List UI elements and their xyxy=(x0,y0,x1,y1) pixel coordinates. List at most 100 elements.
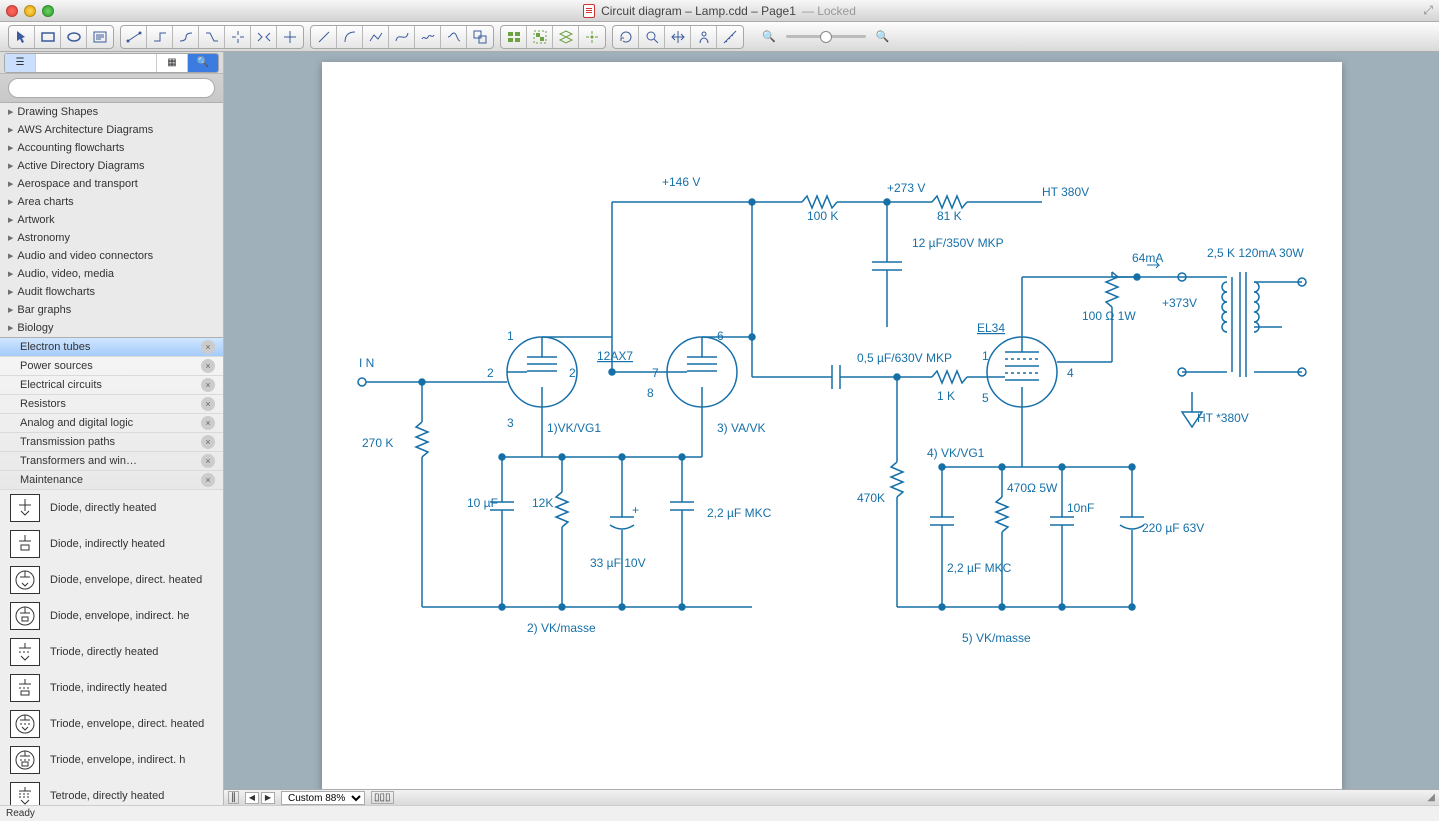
category-item[interactable]: Aerospace and transport xyxy=(0,175,223,193)
tool-line[interactable] xyxy=(311,26,337,48)
stencil-triode-env-direct[interactable]: Triode, envelope, direct. heated xyxy=(0,706,223,742)
close-icon[interactable]: × xyxy=(201,435,215,449)
stencil-set-maintenance[interactable]: Maintenance× xyxy=(0,471,223,490)
window-titlebar: Circuit diagram – Lamp.cdd – Page1 — Loc… xyxy=(0,0,1439,22)
tool-align[interactable] xyxy=(501,26,527,48)
tool-measure[interactable] xyxy=(717,26,743,48)
tool-conn-7[interactable] xyxy=(277,26,303,48)
tool-pointer[interactable] xyxy=(9,26,35,48)
view-mode-icons[interactable]: ▯▯▯ xyxy=(371,791,394,804)
stencil-diode-env-indirect[interactable]: Diode, envelope, indirect. he xyxy=(0,598,223,634)
stencil-diode-env-direct[interactable]: Diode, envelope, direct. heated xyxy=(0,562,223,598)
close-icon[interactable]: × xyxy=(201,378,215,392)
diode-icon xyxy=(10,566,40,594)
sidebar: ☰ ▦ 🔍 Drawing Shapes AWS Architecture Di… xyxy=(0,52,224,805)
stencil-set-analog-digital[interactable]: Analog and digital logic× xyxy=(0,414,223,433)
toolbar-group-arrange xyxy=(500,25,606,49)
stencil-set-electrical-circuits[interactable]: Electrical circuits× xyxy=(0,376,223,395)
drawing-canvas[interactable]: +146 V 100 K +273 V 81 K HT 380V xyxy=(322,62,1342,789)
category-item[interactable]: Drawing Shapes xyxy=(0,103,223,121)
category-item[interactable]: Audio, video, media xyxy=(0,265,223,283)
canvas-scroll[interactable]: +146 V 100 K +273 V 81 K HT 380V xyxy=(224,52,1439,789)
close-icon[interactable]: × xyxy=(201,340,215,354)
close-icon[interactable]: × xyxy=(201,397,215,411)
svg-text:4) VK/VG1: 4) VK/VG1 xyxy=(927,446,985,460)
tool-presentation[interactable] xyxy=(691,26,717,48)
tool-arc[interactable] xyxy=(337,26,363,48)
tool-conn-5[interactable] xyxy=(225,26,251,48)
tool-conn-4[interactable] xyxy=(199,26,225,48)
stencil-set-transformers[interactable]: Transformers and win…× xyxy=(0,452,223,471)
category-item[interactable]: Artwork xyxy=(0,211,223,229)
tool-conn-3[interactable] xyxy=(173,26,199,48)
stencil-set-resistors[interactable]: Resistors× xyxy=(0,395,223,414)
category-item[interactable]: Audio and video connectors xyxy=(0,247,223,265)
stencil-set-power-sources[interactable]: Power sources× xyxy=(0,357,223,376)
zoom-slider[interactable] xyxy=(786,35,866,38)
stencil-diode-direct[interactable]: Diode, directly heated xyxy=(0,490,223,526)
tool-combine[interactable] xyxy=(467,26,493,48)
tool-zoom-fit[interactable] xyxy=(639,26,665,48)
zoom-out-icon[interactable]: 🔍 xyxy=(762,30,776,43)
tool-conn-2[interactable] xyxy=(147,26,173,48)
zoom-in-icon[interactable]: 🔍 xyxy=(876,30,890,43)
category-item[interactable]: Bar graphs xyxy=(0,301,223,319)
library-categories[interactable]: Drawing Shapes AWS Architecture Diagrams… xyxy=(0,103,223,338)
close-icon[interactable]: × xyxy=(201,416,215,430)
category-item[interactable]: Audit flowcharts xyxy=(0,283,223,301)
tool-group[interactable] xyxy=(527,26,553,48)
svg-text:6: 6 xyxy=(717,329,724,343)
zoom-select[interactable]: Custom 88% xyxy=(281,791,365,805)
svg-text:220 µF 63V: 220 µF 63V xyxy=(1142,521,1204,535)
svg-text:HT 380V: HT 380V xyxy=(1042,185,1089,199)
sidebar-tab-grid[interactable]: ▦ xyxy=(157,54,188,72)
svg-text:2,5 K 120mA 30W: 2,5 K 120mA 30W xyxy=(1207,246,1304,260)
svg-text:64mA: 64mA xyxy=(1132,251,1163,265)
sidebar-tab-tree[interactable]: ☰ xyxy=(5,54,36,72)
svg-text:81 K: 81 K xyxy=(937,209,962,223)
stencil-set-transmission[interactable]: Transmission paths× xyxy=(0,433,223,452)
tool-refresh[interactable] xyxy=(613,26,639,48)
tool-snap[interactable] xyxy=(579,26,605,48)
tool-ellipse[interactable] xyxy=(61,26,87,48)
page-prev-button[interactable]: ◀ xyxy=(245,792,259,804)
tool-pan[interactable] xyxy=(665,26,691,48)
tool-polyline[interactable] xyxy=(363,26,389,48)
tool-bezier[interactable] xyxy=(389,26,415,48)
category-item[interactable]: Astronomy xyxy=(0,229,223,247)
tool-freehand[interactable] xyxy=(415,26,441,48)
category-item[interactable]: Active Directory Diagrams xyxy=(0,157,223,175)
page-next-button[interactable]: ▶ xyxy=(261,792,275,804)
sidebar-tab-search[interactable]: 🔍 xyxy=(188,54,218,72)
sidebar-tab-spacer xyxy=(36,54,157,72)
stencil-triode-env-indirect[interactable]: Triode, envelope, indirect. h xyxy=(0,742,223,778)
stencil-diode-indirect[interactable]: Diode, indirectly heated xyxy=(0,526,223,562)
stencil-triode-indirect[interactable]: Triode, indirectly heated xyxy=(0,670,223,706)
close-icon[interactable]: × xyxy=(201,454,215,468)
tool-rectangle[interactable] xyxy=(35,26,61,48)
document-icon xyxy=(583,4,595,18)
close-icon[interactable]: × xyxy=(201,359,215,373)
main-toolbar: 🔍 🔍 xyxy=(0,22,1439,52)
tool-conn-6[interactable] xyxy=(251,26,277,48)
tool-textbox[interactable] xyxy=(87,26,113,48)
stencil-triode-direct[interactable]: Triode, directly heated xyxy=(0,634,223,670)
sidebar-search-input[interactable] xyxy=(8,78,215,98)
stencil-tetrode-direct[interactable]: Tetrode, directly heated xyxy=(0,778,223,805)
document-title-text: Circuit diagram – Lamp.cdd – Page1 xyxy=(601,4,796,18)
tool-conn-1[interactable] xyxy=(121,26,147,48)
category-item[interactable]: AWS Architecture Diagrams xyxy=(0,121,223,139)
close-icon[interactable]: × xyxy=(201,473,215,487)
tool-spline[interactable] xyxy=(441,26,467,48)
sidebar-tabs: ☰ ▦ 🔍 xyxy=(0,52,223,74)
stencil-items[interactable]: Diode, directly heated Diode, indirectly… xyxy=(0,490,223,805)
resize-grip-icon[interactable]: ◢ xyxy=(1427,792,1435,803)
ruler-toggle-icon[interactable]: ∥ xyxy=(228,791,239,804)
canvas-area: +146 V 100 K +273 V 81 K HT 380V xyxy=(224,52,1439,805)
stencil-set-electron-tubes[interactable]: Electron tubes× xyxy=(0,338,223,357)
category-item[interactable]: Area charts xyxy=(0,193,223,211)
tool-layer[interactable] xyxy=(553,26,579,48)
svg-text:10nF: 10nF xyxy=(1067,501,1094,515)
category-item[interactable]: Accounting flowcharts xyxy=(0,139,223,157)
category-item[interactable]: Biology xyxy=(0,319,223,337)
